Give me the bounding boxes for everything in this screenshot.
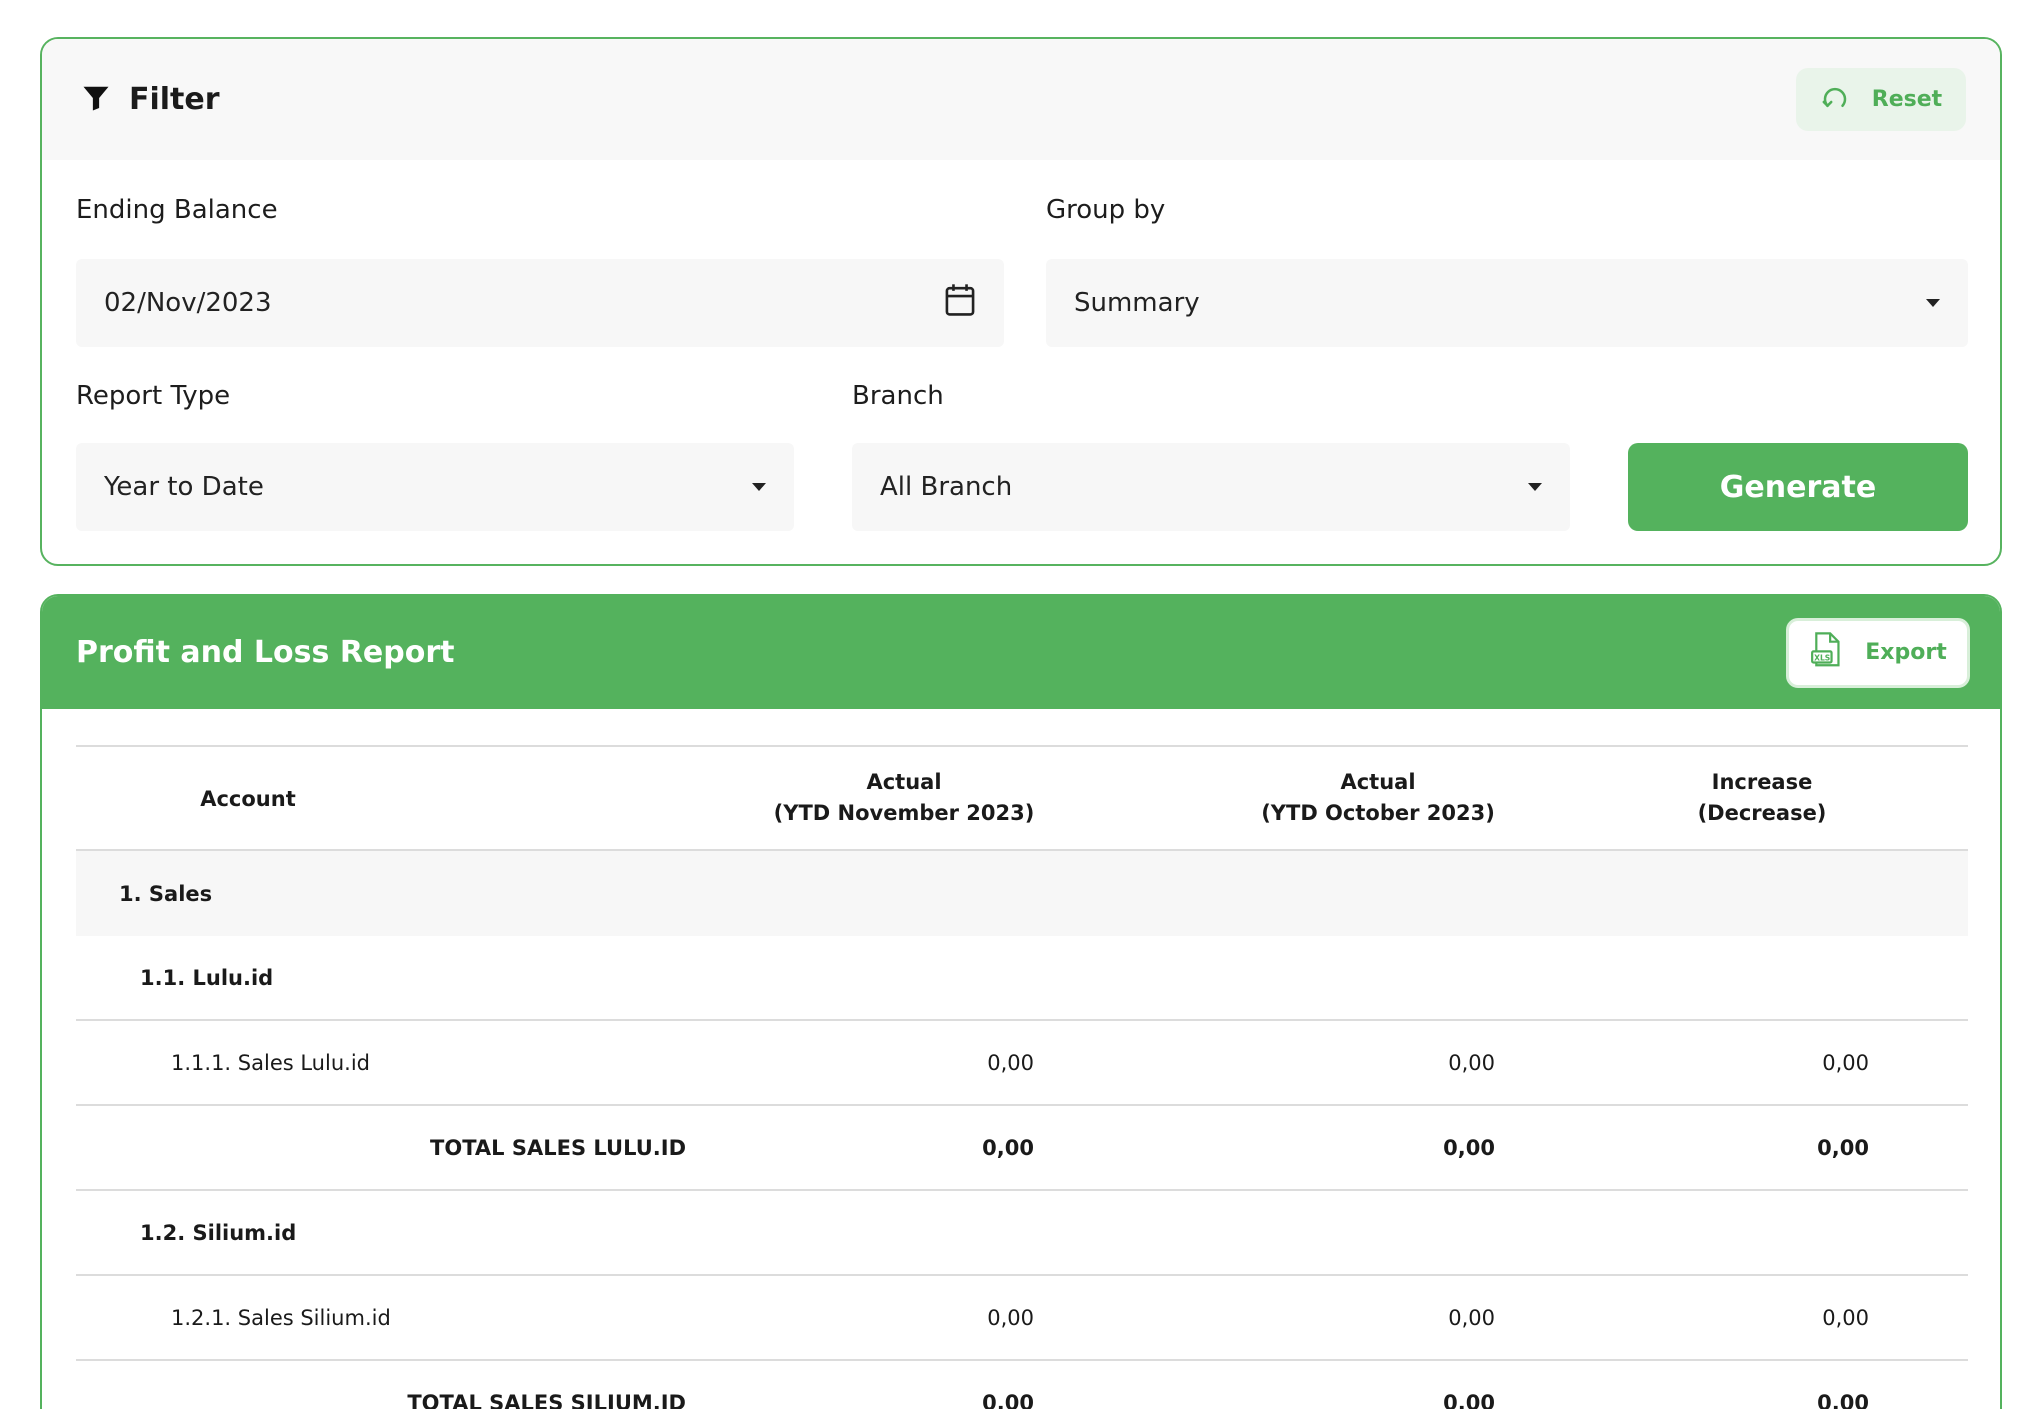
actual-nov-cell: 0,00	[987, 1050, 1034, 1075]
column-header-increase-line2: (Decrease)	[1697, 801, 1827, 825]
actual-nov-cell: 0,00	[982, 1390, 1034, 1409]
filter-panel: Filter Reset Ending Balance 02/Nov/2023	[40, 37, 2002, 566]
report-type-label: Report Type	[76, 381, 231, 411]
ending-balance-value: 02/Nov/2023	[104, 288, 272, 318]
account-cell: TOTAL SALES SILIUM.ID	[407, 1390, 686, 1409]
reset-icon	[1820, 82, 1850, 118]
branch-label: Branch	[852, 381, 944, 411]
chevron-down-icon	[752, 483, 766, 491]
table-row-total: TOTAL SALES LULU.ID 0,00 0,00 0,00	[76, 1106, 1968, 1191]
account-cell: 1. Sales	[119, 881, 213, 906]
reset-button[interactable]: Reset	[1796, 68, 1966, 131]
actual-oct-cell: 0,00	[1443, 1390, 1495, 1409]
svg-text:XLS: XLS	[1814, 653, 1830, 662]
account-cell: 1.1. Lulu.id	[140, 965, 274, 990]
actual-oct-cell: 0,00	[1448, 1050, 1495, 1075]
report-title: Profit and Loss Report	[76, 635, 455, 670]
table-row: 1.2.1. Sales Silium.id 0,00 0,00 0,00	[76, 1276, 1968, 1361]
reset-label: Reset	[1871, 87, 1943, 112]
table-row-group: 1.2. Silium.id	[76, 1191, 1968, 1276]
branch-value: All Branch	[880, 472, 1013, 502]
increase-cell: 0,00	[1822, 1050, 1869, 1075]
column-header-actual-oct-line1: Actual	[1340, 770, 1416, 794]
account-cell: 1.2. Silium.id	[140, 1220, 297, 1245]
column-header-actual-nov-line2: (YTD November 2023)	[773, 801, 1035, 825]
actual-oct-cell: 0,00	[1448, 1305, 1495, 1330]
chevron-down-icon	[1926, 299, 1940, 307]
branch-select[interactable]: All Branch	[852, 443, 1570, 531]
calendar-icon[interactable]	[944, 283, 976, 324]
report-type-select[interactable]: Year to Date	[76, 443, 794, 531]
export-label: Export	[1865, 640, 1947, 665]
group-by-label: Group by	[1046, 195, 1166, 225]
column-header-actual-oct: Actual (YTD October 2023)	[1198, 767, 1558, 829]
column-header-actual-oct-line2: (YTD October 2023)	[1261, 801, 1495, 825]
group-by-select[interactable]: Summary	[1046, 259, 1968, 347]
table-row-total: TOTAL SALES SILIUM.ID 0,00 0,00 0,00	[76, 1361, 1968, 1409]
filter-title: Filter	[129, 82, 220, 117]
table-row-section: 1. Sales	[76, 851, 1968, 936]
account-cell: 1.2.1. Sales Silium.id	[171, 1305, 391, 1330]
chevron-down-icon	[1528, 483, 1542, 491]
actual-nov-cell: 0,00	[982, 1135, 1034, 1160]
increase-cell: 0,00	[1817, 1135, 1869, 1160]
account-cell: TOTAL SALES LULU.ID	[430, 1135, 686, 1160]
ending-balance-label: Ending Balance	[76, 195, 278, 225]
account-cell: 1.1.1. Sales Lulu.id	[171, 1050, 370, 1075]
column-header-actual-nov: Actual (YTD November 2023)	[720, 767, 1088, 829]
funnel-icon	[81, 83, 111, 117]
group-by-value: Summary	[1074, 288, 1200, 318]
profit-loss-table: Account Actual (YTD November 2023) Actua…	[76, 745, 1968, 1409]
ending-balance-date-input[interactable]: 02/Nov/2023	[76, 259, 1004, 347]
column-header-actual-nov-line1: Actual	[866, 770, 942, 794]
page: Filter Reset Ending Balance 02/Nov/2023	[0, 0, 2041, 1409]
actual-oct-cell: 0,00	[1443, 1135, 1495, 1160]
table-header: Account Actual (YTD November 2023) Actua…	[76, 745, 1968, 851]
generate-button[interactable]: Generate	[1628, 443, 1968, 531]
export-button[interactable]: XLS Export	[1786, 617, 1970, 688]
report-panel: Profit and Loss Report XLS Export Accoun…	[40, 594, 2002, 1409]
filter-header: Filter Reset	[42, 39, 2000, 160]
increase-cell: 0,00	[1822, 1305, 1869, 1330]
xls-file-icon: XLS	[1809, 631, 1843, 674]
increase-cell: 0,00	[1817, 1390, 1869, 1409]
column-header-increase: Increase (Decrease)	[1642, 767, 1882, 829]
table-row-group: 1.1. Lulu.id	[76, 936, 1968, 1021]
actual-nov-cell: 0,00	[987, 1305, 1034, 1330]
report-header: Profit and Loss Report XLS Export	[42, 596, 2000, 709]
report-type-value: Year to Date	[104, 472, 264, 502]
table-row: 1.1.1. Sales Lulu.id 0,00 0,00 0,00	[76, 1021, 1968, 1106]
column-header-account: Account	[200, 787, 296, 811]
column-header-increase-line1: Increase	[1711, 770, 1813, 794]
filter-title-group: Filter	[81, 82, 220, 117]
